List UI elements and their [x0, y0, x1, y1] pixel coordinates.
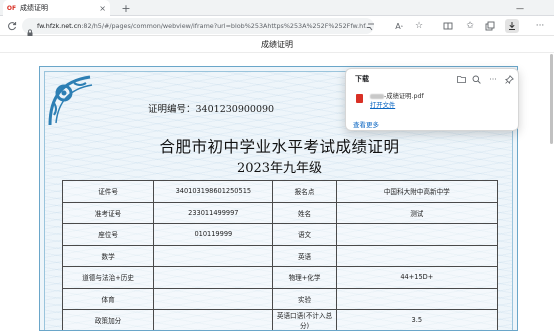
- url-text[interactable]: fw.hfzk.net.cn:82/h5/#/pages/common/webv…: [37, 22, 371, 30]
- downloads-heading: 下载: [355, 75, 369, 83]
- tab-strip: OF 成绩证明 × + —: [0, 0, 554, 16]
- field-value-cell: 010119999: [153, 223, 274, 246]
- search-icon[interactable]: [471, 74, 481, 84]
- field-label-cell: 座位号: [61, 223, 155, 246]
- certificate-number-label: 证明编号：: [148, 104, 196, 115]
- field-value-cell: 3.5: [335, 309, 499, 330]
- pin-icon[interactable]: [504, 74, 514, 84]
- field-value-cell: 中国科大附中高新中学: [335, 180, 499, 203]
- site-favicon-icon: OF: [6, 4, 17, 12]
- field-value-cell: [153, 287, 274, 310]
- field-label-cell: 准考证号: [61, 201, 155, 224]
- field-label-cell: 体育: [61, 287, 155, 310]
- certificate-year: 2023年九年级: [236, 161, 323, 176]
- favorite-star-icon[interactable]: ☆: [412, 19, 426, 33]
- corner-ornament-icon: [48, 75, 93, 126]
- download-filename-text: -成绩证明.pdf: [384, 93, 424, 100]
- field-value-cell: 233011499997: [153, 201, 274, 224]
- field-value-cell: [335, 244, 499, 267]
- field-value-cell: 34010319860125051​5: [153, 180, 274, 203]
- grades-table-body: 证件号 34010319860125051​5 报名点 中国科大附中高新中学 准考证号 2…: [61, 180, 499, 330]
- browser-toolbar: fw.hfzk.net.cn:82/h5/#/pages/common/webv…: [0, 16, 554, 37]
- open-folder-icon[interactable]: [456, 74, 466, 84]
- download-item[interactable]: -成绩证明.pdf 打开文件: [351, 89, 514, 113]
- table-row: 准考证号 233011499997 姓名 测试: [61, 201, 499, 224]
- field-value-cell: [153, 244, 274, 267]
- field-label-cell: 证件号: [61, 180, 155, 203]
- read-aloud-icon[interactable]: [364, 19, 378, 33]
- field-label-cell: 数学: [61, 244, 155, 267]
- field-label-cell: 英语口语(不计入总分): [272, 309, 337, 330]
- field-value-cell: 测试: [335, 201, 499, 224]
- tab-title: 成绩证明: [20, 4, 48, 12]
- table-row: 座位号 010119999 语文: [61, 223, 499, 246]
- field-label-cell: 实验: [272, 287, 337, 310]
- redacted-text: [370, 93, 384, 99]
- field-label-cell: 英语: [272, 244, 337, 267]
- certificate-title: 合肥市初中学业水平考试成绩证明: [159, 138, 400, 156]
- more-options-icon[interactable]: ···: [488, 74, 498, 84]
- page-title: 成绩证明: [261, 40, 293, 49]
- collections-icon[interactable]: [483, 19, 497, 33]
- table-row: 数学 英语: [61, 244, 499, 267]
- open-file-link[interactable]: 打开文件: [370, 100, 395, 109]
- field-value-cell: 44+15D+: [335, 266, 499, 289]
- more-icon[interactable]: ···: [533, 19, 547, 33]
- field-value-cell: [153, 309, 274, 330]
- field-label-cell: 道德与法治+历史: [61, 266, 155, 289]
- field-value-cell: [335, 223, 499, 246]
- field-label-cell: 物理+化学: [272, 266, 337, 289]
- pdf-file-icon: [356, 94, 363, 103]
- downloads-panel: 下载 ··· -成绩证明.pdf 打开文件 查看更多: [345, 68, 519, 131]
- field-value-cell: [335, 287, 499, 310]
- address-bar[interactable]: fw.hfzk.net.cn:82/h5/#/pages/common/webv…: [22, 18, 374, 37]
- certificate-number: 证明编号：3401230900090: [148, 101, 274, 115]
- minimize-window-button[interactable]: —: [510, 0, 530, 16]
- page-scrollbar[interactable]: [550, 54, 553, 144]
- field-label-cell: 语文: [272, 223, 337, 246]
- certificate-number-value: 3401230900090: [195, 104, 275, 115]
- lock-icon[interactable]: [26, 22, 34, 37]
- page-viewport: 成绩证明 证明编号：3401230900090 合肥市初中学业水平考试成绩证明 …: [0, 36, 554, 331]
- field-label-cell: 报名点: [272, 180, 337, 203]
- field-label-cell: 姓名: [272, 201, 337, 224]
- new-tab-button[interactable]: +: [118, 0, 134, 16]
- table-row: 道德与法治+历史 物理+化学 44+15D+: [61, 266, 499, 289]
- close-tab-icon[interactable]: ×: [99, 4, 106, 13]
- url-path: :82/h5/#/pages/common/webview/iframe?url…: [81, 22, 372, 30]
- refresh-icon[interactable]: [5, 19, 19, 33]
- field-value-cell: [153, 266, 274, 289]
- font-icon[interactable]: Aᵃ: [392, 19, 406, 33]
- table-row: 体育 实验: [61, 287, 499, 310]
- header-divider: [0, 52, 554, 53]
- download-filename: -成绩证明.pdf: [370, 91, 424, 100]
- table-row: 政策加分 英语口语(不计入总分) 3.5: [61, 309, 499, 330]
- downloads-icon[interactable]: [505, 19, 519, 33]
- see-more-link[interactable]: 查看更多: [353, 119, 379, 129]
- browser-tab[interactable]: OF 成绩证明 ×: [3, 0, 110, 16]
- url-host: fw.hfzk.net.cn: [37, 22, 82, 30]
- grades-table: 证件号 34010319860125051​5 报名点 中国科大附中高新中学 准考证号 2…: [61, 180, 499, 330]
- favorites-icon[interactable]: ✩: [463, 19, 477, 33]
- field-label-cell: 政策加分: [61, 309, 155, 330]
- split-screen-icon[interactable]: [441, 19, 455, 33]
- table-row: 证件号 34010319860125051​5 报名点 中国科大附中高新中学: [61, 180, 499, 203]
